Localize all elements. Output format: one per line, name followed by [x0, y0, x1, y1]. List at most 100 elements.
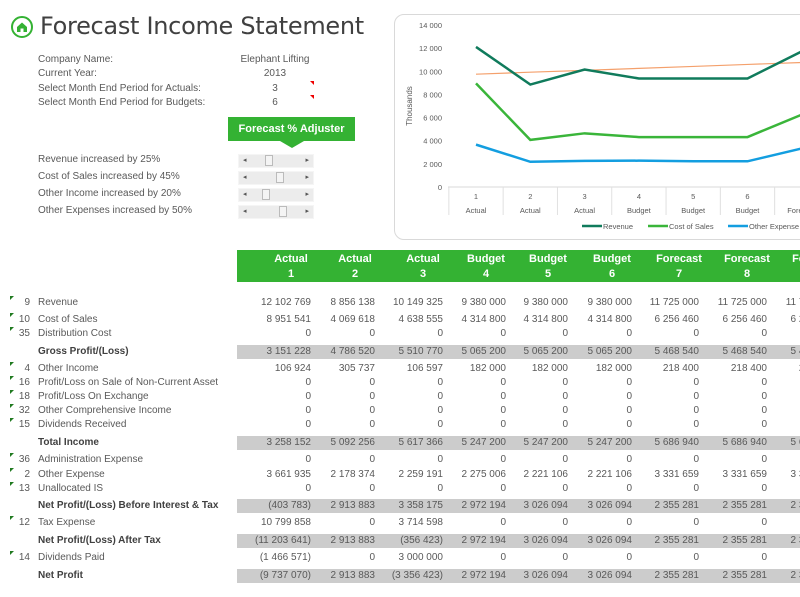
cell-value[interactable]: 0: [697, 404, 767, 418]
cell-value[interactable]: 0: [241, 418, 311, 432]
cell-value[interactable]: 0: [697, 390, 767, 404]
cell-value[interactable]: 9 380 000: [498, 296, 569, 310]
cell-value[interactable]: 3 026 094: [498, 499, 569, 513]
scroll-thumb[interactable]: [275, 172, 284, 183]
cell-value[interactable]: 0: [373, 482, 443, 496]
cell-value[interactable]: 2 178 374: [305, 468, 376, 482]
cell-value[interactable]: 4 069 618: [305, 313, 376, 327]
cell-value[interactable]: 4 314 800: [562, 313, 633, 327]
cell-value[interactable]: 0: [697, 376, 767, 390]
cell-value[interactable]: 0: [697, 418, 767, 432]
cell-value[interactable]: 5 468 540: [765, 345, 800, 359]
cell-value[interactable]: 0: [629, 390, 699, 404]
cell-value[interactable]: 0: [629, 516, 699, 530]
cell-value[interactable]: 0: [562, 516, 632, 530]
cell-value[interactable]: 2 913 883: [305, 569, 376, 583]
cell-value[interactable]: 2 221 106: [562, 468, 633, 482]
cell-value[interactable]: 2 972 194: [436, 499, 507, 513]
cell-value[interactable]: 3 331 659: [697, 468, 768, 482]
scroll-left-arrow-icon[interactable]: ◂: [243, 173, 247, 181]
cell-value[interactable]: 5 468 540: [629, 345, 700, 359]
cell-value[interactable]: 2 221 106: [498, 468, 569, 482]
cell-value[interactable]: 0: [697, 327, 767, 341]
cell-value[interactable]: 0: [241, 482, 311, 496]
cell-value[interactable]: 106 597: [373, 362, 443, 376]
cell-value[interactable]: 3 026 094: [562, 534, 633, 548]
cell-value[interactable]: 0: [305, 418, 375, 432]
cell-value[interactable]: 0: [305, 482, 375, 496]
cell-value[interactable]: 0: [765, 482, 800, 496]
cell-value[interactable]: 0: [305, 390, 375, 404]
scroll-left-arrow-icon[interactable]: ◂: [243, 156, 247, 164]
cell-value[interactable]: 0: [305, 516, 375, 530]
cell-value[interactable]: 3 331 659: [629, 468, 700, 482]
cell-value[interactable]: 0: [373, 376, 443, 390]
cell-value[interactable]: 3 258 152: [241, 436, 312, 450]
cell-value[interactable]: 4 314 800: [498, 313, 569, 327]
cell-value[interactable]: 0: [436, 404, 506, 418]
cell-value[interactable]: 12 102 769: [241, 296, 311, 310]
cell-value[interactable]: 0: [498, 551, 568, 565]
cell-value[interactable]: 0: [629, 482, 699, 496]
cell-value[interactable]: 0: [373, 327, 443, 341]
cell-value[interactable]: 2 972 194: [436, 534, 507, 548]
cell-value[interactable]: 4 638 555: [373, 313, 444, 327]
cell-value[interactable]: 5 686 940: [765, 436, 800, 450]
cell-value[interactable]: 5 092 256: [305, 436, 376, 450]
cell-value[interactable]: 0: [373, 390, 443, 404]
cell-value[interactable]: 11 725 000: [629, 296, 699, 310]
scroll-right-arrow-icon[interactable]: ▸: [305, 190, 309, 198]
cell-value[interactable]: 2 355 281: [697, 499, 768, 513]
cell-value[interactable]: (356 423): [373, 534, 443, 548]
cell-value[interactable]: 2 355 281: [629, 569, 700, 583]
cell-value[interactable]: 0: [697, 551, 767, 565]
cell-value[interactable]: 106 924: [241, 362, 311, 376]
cell-value[interactable]: 182 000: [562, 362, 632, 376]
cell-value[interactable]: 0: [436, 482, 506, 496]
adjuster-scrollbar[interactable]: ◂ ▸: [238, 188, 314, 202]
cell-value[interactable]: 5 065 200: [562, 345, 633, 359]
cell-value[interactable]: 5 468 540: [697, 345, 768, 359]
cell-value[interactable]: 0: [498, 404, 568, 418]
cell-value[interactable]: 0: [436, 453, 506, 467]
cell-value[interactable]: 0: [765, 516, 800, 530]
cell-value[interactable]: 0: [498, 516, 568, 530]
cell-value[interactable]: 0: [697, 516, 767, 530]
cell-value[interactable]: 0: [765, 453, 800, 467]
cell-value[interactable]: 9 380 000: [436, 296, 507, 310]
cell-value[interactable]: 3 026 094: [498, 569, 569, 583]
forecast-chart[interactable]: 0 2 000 4 000 6 000 8 000 10 000 12 000 14 000 T…: [394, 14, 800, 240]
cell-value[interactable]: 0: [765, 404, 800, 418]
cell-value[interactable]: 0: [629, 327, 699, 341]
cell-value[interactable]: 0: [305, 376, 375, 390]
cell-value[interactable]: 2 913 883: [305, 534, 376, 548]
cell-value[interactable]: 0: [241, 376, 311, 390]
cell-value[interactable]: 0: [436, 551, 506, 565]
cell-value[interactable]: 0: [436, 390, 506, 404]
cell-value[interactable]: 0: [562, 390, 632, 404]
cell-value[interactable]: 182 000: [498, 362, 568, 376]
cell-value[interactable]: 2 355 281: [697, 569, 768, 583]
cell-value[interactable]: 0: [697, 482, 767, 496]
cell-value[interactable]: (11 203 641): [241, 534, 311, 548]
cell-value[interactable]: 3 714 598: [373, 516, 444, 530]
cell-value[interactable]: 218 400: [765, 362, 800, 376]
cell-value[interactable]: 0: [629, 376, 699, 390]
cell-value[interactable]: 10 799 858: [241, 516, 311, 530]
cell-value[interactable]: 3 331 659: [765, 468, 800, 482]
cell-value[interactable]: 10 149 325: [373, 296, 443, 310]
cell-value[interactable]: 3 358 175: [373, 499, 444, 513]
cell-value[interactable]: 0: [436, 376, 506, 390]
cell-value[interactable]: 0: [498, 482, 568, 496]
cell-value[interactable]: 2 275 006: [436, 468, 507, 482]
cell-value[interactable]: 0: [629, 404, 699, 418]
cell-value[interactable]: 5 065 200: [498, 345, 569, 359]
cell-value[interactable]: 2 913 883: [305, 499, 376, 513]
adjuster-scrollbar[interactable]: ◂ ▸: [238, 171, 314, 185]
cell-value[interactable]: 0: [697, 453, 767, 467]
cell-value[interactable]: 5 247 200: [498, 436, 569, 450]
cell-value[interactable]: 5 510 770: [373, 345, 444, 359]
cell-value[interactable]: 3 151 228: [241, 345, 312, 359]
cell-value[interactable]: 2 355 281: [697, 534, 768, 548]
cell-value[interactable]: 4 314 800: [436, 313, 507, 327]
